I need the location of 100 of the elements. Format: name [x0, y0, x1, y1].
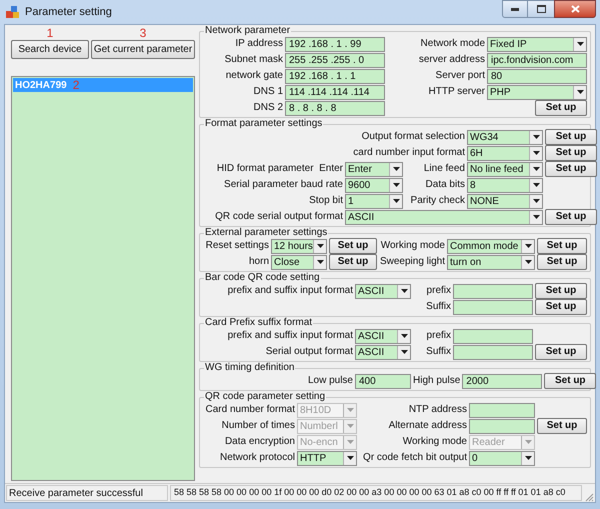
set-up-button[interactable]: Set up: [537, 418, 587, 434]
input-field[interactable]: [469, 418, 535, 434]
set-up-button[interactable]: Set up: [537, 254, 587, 270]
toolbar-button[interactable]: Search device: [11, 40, 89, 59]
dropdown[interactable]: NONE: [467, 194, 543, 208]
field-label: HTTP server: [428, 86, 485, 98]
set-up-button[interactable]: Set up: [535, 299, 587, 315]
annotation-number: 1: [46, 27, 54, 40]
caret-icon: [316, 244, 324, 248]
caret-icon: [346, 408, 354, 412]
field-label: Subnet mask: [224, 54, 283, 66]
input-field[interactable]: 80: [487, 68, 587, 84]
caret-icon: [316, 260, 324, 264]
group-title: Bar code QR code setting: [204, 272, 321, 284]
dropdown[interactable]: Enter: [345, 162, 403, 176]
set-up-button[interactable]: Set up: [535, 283, 587, 299]
dropdown[interactable]: HTTP: [297, 450, 357, 466]
field-label: Low pulse: [306, 375, 353, 387]
set-up-button[interactable]: Set up: [545, 145, 597, 161]
set-up-button[interactable]: Set up: [535, 344, 587, 360]
field-label: Parity check: [410, 195, 465, 207]
input-field[interactable]: 255 .255 .255 . 0: [285, 52, 385, 68]
set-up-button[interactable]: Set up: [544, 373, 596, 389]
dropdown[interactable]: Close: [271, 254, 327, 270]
field-label: prefix and suffix input format: [226, 330, 353, 342]
window-title: Parameter setting: [25, 4, 113, 20]
input-field[interactable]: 8 . 8 . 8 . 8: [285, 100, 385, 116]
caret-icon: [400, 289, 408, 293]
set-up-button[interactable]: Set up: [329, 238, 377, 254]
input-field[interactable]: 114 .114 .114 .114: [285, 84, 385, 100]
field-label: Line feed: [422, 163, 465, 175]
field-label: Working mode: [402, 436, 467, 448]
dropdown[interactable]: ASCII: [345, 210, 543, 224]
caret-icon: [524, 260, 532, 264]
annotation-number: 2: [72, 78, 80, 92]
field-label: Serial output format: [264, 346, 353, 358]
set-up-button[interactable]: Set up: [329, 254, 377, 270]
dropdown[interactable]: ASCII: [355, 344, 411, 360]
caret-icon: [532, 167, 540, 171]
caret-icon: [524, 456, 532, 460]
group-title: Network parameter: [204, 25, 292, 37]
maximize-button[interactable]: [528, 0, 554, 18]
minimize-icon: [511, 8, 519, 10]
caret-icon: [346, 440, 354, 444]
annotation-number: 3: [140, 27, 146, 40]
dropdown[interactable]: 12 hours: [271, 238, 327, 254]
dropdown[interactable]: WG34: [467, 130, 543, 144]
input-field[interactable]: [453, 328, 533, 344]
dropdown[interactable]: ASCII: [355, 284, 411, 298]
input-field[interactable]: 192 .168 . 1 . 99: [285, 36, 385, 52]
status-data: 58 58 58 58 00 00 00 00 1f 00 00 00 d0 02 00 00 a3 00 00 00 00 63 01 a8 c0 00 ff ff ff 01 01 a8 c0: [170, 485, 582, 501]
input-field[interactable]: [453, 284, 533, 298]
field-label: prefix: [426, 330, 451, 342]
input-field[interactable]: [453, 344, 533, 360]
field-label: HID format parameter Enter: [216, 163, 343, 175]
dropdown[interactable]: turn on: [447, 254, 535, 270]
input-field[interactable]: 192 .168 . 1 . 1: [285, 68, 385, 84]
caret-icon: [346, 424, 354, 428]
dropdown[interactable]: 8: [467, 178, 543, 192]
dropdown[interactable]: 0: [469, 450, 535, 466]
caret-icon: [392, 199, 400, 203]
field-label: Qr code fetch bit output: [362, 452, 467, 464]
caret-icon: [532, 135, 540, 139]
dropdown[interactable]: PHP: [487, 84, 587, 100]
caret-icon: [392, 167, 400, 171]
dropdown[interactable]: 6H: [467, 146, 543, 160]
group-title: QR code parameter setting: [204, 391, 326, 403]
close-button[interactable]: [554, 0, 596, 18]
set-up-button[interactable]: Set up: [535, 100, 587, 116]
dropdown[interactable]: 9600: [345, 178, 403, 192]
set-up-button[interactable]: Set up: [545, 129, 597, 145]
dropdown[interactable]: Fixed IP: [487, 36, 587, 52]
input-field[interactable]: 2000: [462, 374, 542, 388]
set-up-button[interactable]: Set up: [545, 209, 597, 225]
field-label: prefix and suffix input format: [226, 285, 353, 297]
caret-icon: [532, 199, 540, 203]
toolbar-button[interactable]: Get current parameter: [91, 40, 195, 59]
minimize-button[interactable]: [502, 0, 528, 18]
field-label: Alternate address: [388, 420, 467, 432]
input-field[interactable]: [469, 402, 535, 418]
caret-icon: [400, 350, 408, 354]
set-up-button[interactable]: Set up: [545, 161, 597, 177]
field-label: DNS 2: [252, 102, 283, 114]
maximize-icon: [536, 5, 546, 13]
input-field[interactable]: ipc.fondvision.com: [487, 52, 587, 68]
input-field[interactable]: [453, 300, 533, 314]
caret-icon: [576, 90, 584, 94]
dropdown[interactable]: 1: [345, 194, 403, 208]
caret-icon: [532, 215, 540, 219]
resize-grip-icon: [584, 492, 594, 502]
dropdown[interactable]: Common mode: [447, 238, 535, 254]
caret-icon: [346, 456, 354, 460]
field-label: DNS 1: [252, 86, 283, 98]
dropdown[interactable]: ASCII: [355, 328, 411, 344]
field-label: Server port: [434, 70, 485, 82]
field-label: Data encryption: [224, 436, 295, 448]
dropdown[interactable]: No line feed: [467, 162, 543, 176]
input-field[interactable]: 400: [355, 374, 411, 388]
set-up-button[interactable]: Set up: [537, 238, 587, 254]
field-label: network gate: [224, 70, 283, 82]
